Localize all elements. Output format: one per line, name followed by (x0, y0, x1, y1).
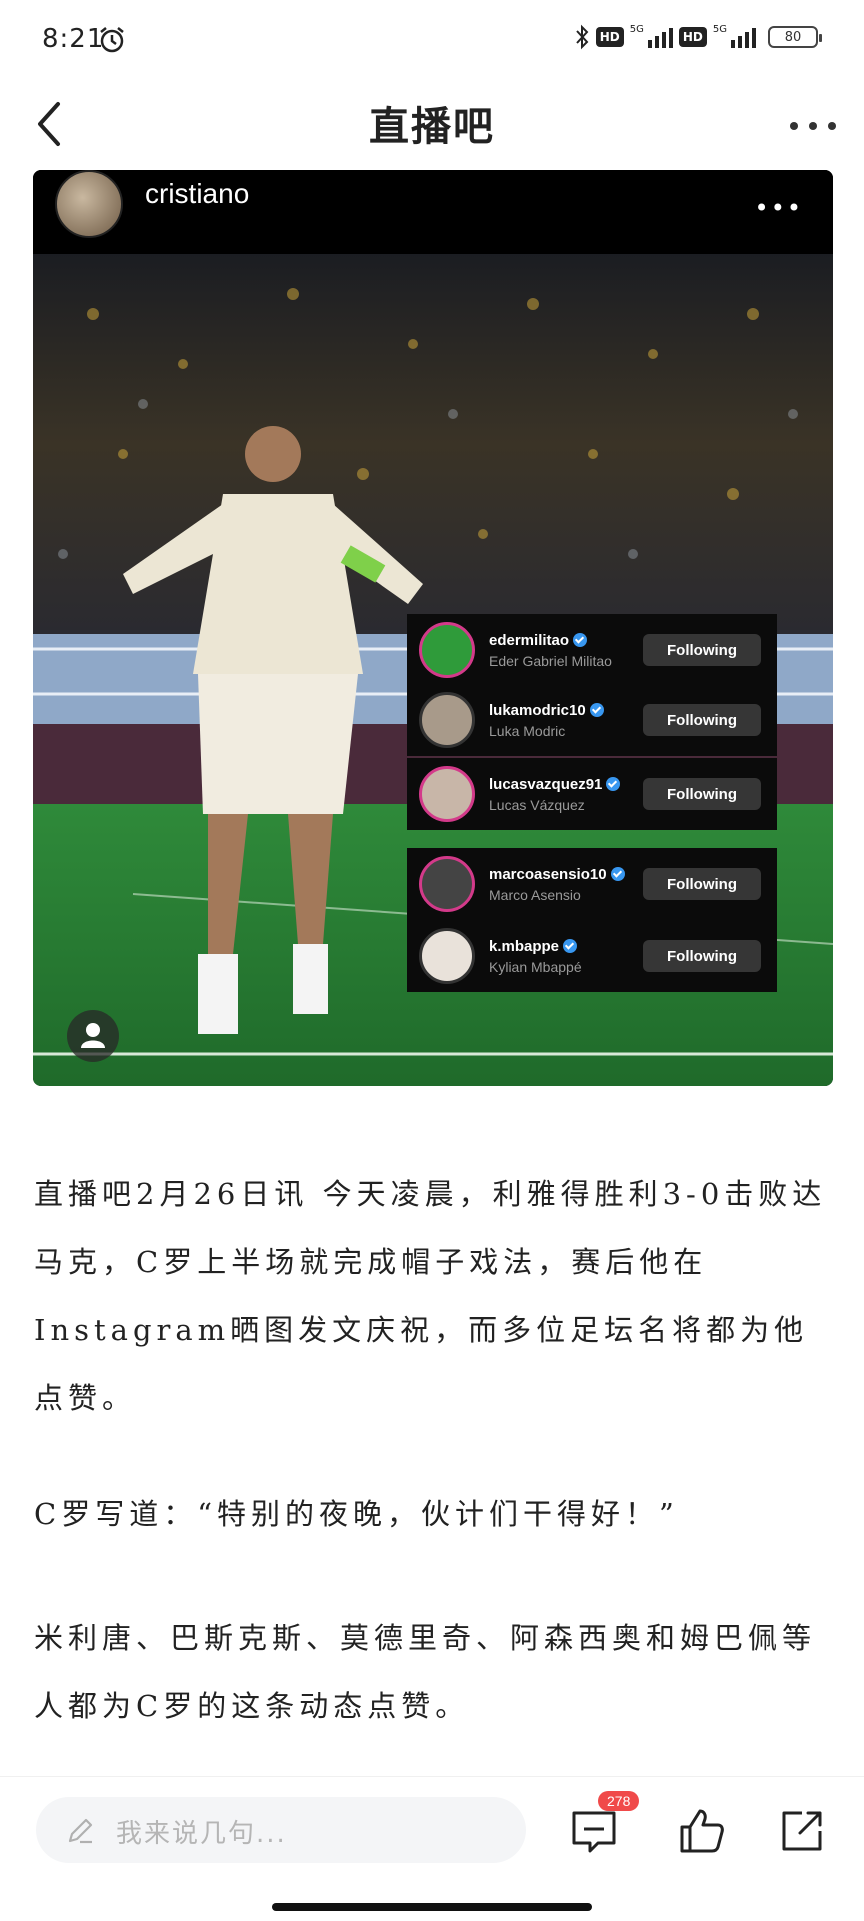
following-row: lucasvazquez91 Lucas Vázquez Following (407, 758, 777, 830)
following-button: Following (643, 868, 761, 900)
following-fullname: Luka Modric (489, 722, 566, 739)
comment-icon[interactable] (568, 1805, 620, 1857)
avatar (55, 170, 123, 238)
battery-level: 80 (784, 29, 802, 45)
network-type: 5G (629, 24, 644, 35)
comment-count-badge: 278 (598, 1791, 640, 1811)
following-row: edermilitao Eder Gabriel Militao Followi… (407, 614, 777, 686)
hd-badge: HD (595, 27, 624, 47)
network-type-2: 5G (712, 24, 727, 35)
status-time: 8:21 (42, 24, 105, 54)
page-title: 直播吧 (369, 104, 495, 150)
hd-badge-2: HD (678, 27, 707, 47)
avatar (419, 622, 475, 678)
instagram-header: cristiano ••• (33, 170, 833, 254)
following-username: edermilitao (489, 631, 570, 649)
following-username: k.mbappe (489, 937, 560, 955)
avatar (419, 692, 475, 748)
home-indicator[interactable] (272, 1903, 592, 1911)
avatar (419, 928, 475, 984)
more-options-icon[interactable] (790, 106, 836, 146)
bottom-action-bar: 我来说几句... 278 (0, 1776, 864, 1921)
battery-icon: 80 (768, 26, 822, 48)
verified-icon (606, 777, 621, 791)
following-fullname: Marco Asensio (489, 886, 581, 903)
following-fullname: Lucas Vázquez (489, 796, 585, 813)
following-row: k.mbappe Kylian Mbappé Following (407, 920, 777, 992)
article-paragraph-1: 直播吧2月26日讯 今天凌晨，利雅得胜利3-0击败达马克，C罗上半场就完成帽子戏… (34, 1177, 827, 1415)
following-row: marcoasensio10 Marco Asensio Following (407, 848, 777, 920)
article-paragraph-3: 米利唐、巴斯克斯、莫德里奇、阿森西奥和姆巴佩等人都为C罗的这条动态点赞。 (34, 1621, 817, 1723)
like-icon[interactable] (676, 1805, 728, 1857)
bluetooth-icon (575, 24, 589, 50)
following-username: marcoasensio10 (489, 865, 607, 883)
following-username: lucasvazquez91 (489, 775, 603, 793)
instagram-username: cristiano (145, 178, 250, 209)
pen-icon (68, 1818, 93, 1844)
avatar (419, 856, 475, 912)
avatar (419, 766, 475, 822)
following-button: Following (643, 778, 761, 810)
verified-icon (610, 867, 625, 881)
following-button: Following (643, 940, 761, 972)
verified-icon (563, 939, 578, 953)
verified-icon (589, 703, 604, 717)
person-tag-icon[interactable] (67, 1010, 119, 1062)
alarm-icon (100, 27, 124, 53)
comment-input[interactable]: 我来说几句... (36, 1797, 526, 1863)
following-username: lukamodric10 (489, 701, 586, 719)
more-icon: ••• (754, 194, 803, 222)
following-button: Following (643, 634, 761, 666)
article-paragraph-2: C罗写道：“特别的夜晚，伙计们干得好！” (34, 1497, 679, 1531)
signal-icon (647, 26, 673, 48)
following-fullname: Kylian Mbappé (489, 958, 582, 975)
post-image[interactable]: cristiano ••• edermilitao Eder Gabriel M… (33, 170, 833, 1086)
following-row: lukamodric10 Luka Modric Following (407, 684, 777, 756)
following-button: Following (643, 704, 761, 736)
share-icon[interactable] (776, 1805, 828, 1857)
status-bar: 8:21 HD 5G HD 5G 80 (0, 0, 864, 80)
signal-icon-2 (731, 26, 756, 48)
nav-bar: 直播吧 (0, 80, 864, 170)
verified-icon (573, 633, 588, 647)
status-indicators: HD 5G HD 5G 80 (574, 24, 822, 50)
following-fullname: Eder Gabriel Militao (489, 652, 612, 669)
comment-placeholder: 我来说几句... (116, 1819, 287, 1849)
